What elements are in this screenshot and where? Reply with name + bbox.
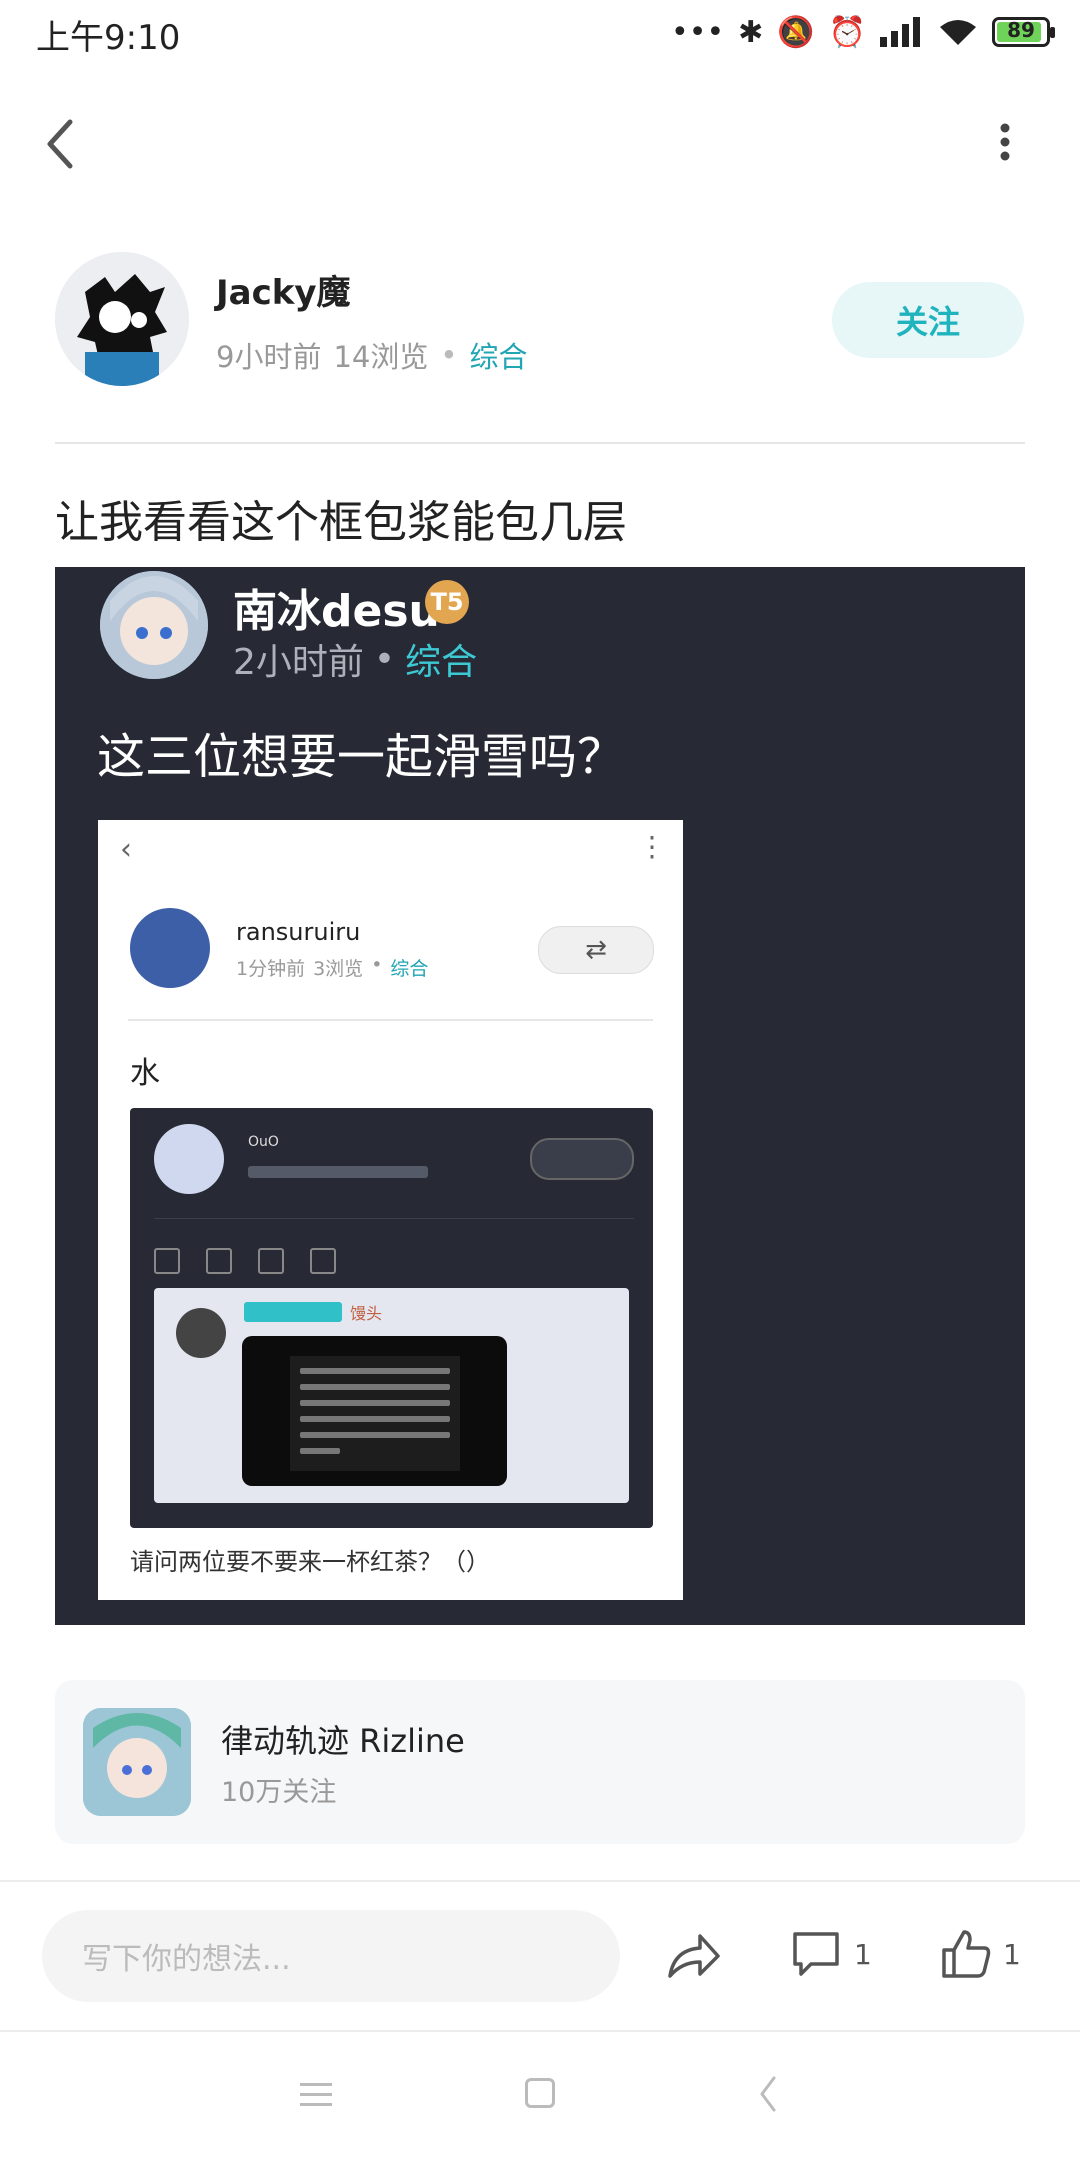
share-icon[interactable] <box>666 1930 722 1982</box>
embedded-post-text: 这三位想要一起滑雪吗？ <box>97 729 626 785</box>
divider <box>0 2030 1080 2032</box>
embedded-meta: 2小时前 • 综合 <box>233 633 477 685</box>
divider <box>128 1019 653 1021</box>
more-dots-icon: ••• <box>671 14 725 50</box>
nested-icon <box>206 1248 232 1274</box>
embedded-author-name: 南冰desu <box>233 586 440 637</box>
swap-icon: ⇄ <box>538 926 654 974</box>
status-time: 上午9:10 <box>36 18 181 58</box>
post-views: 14浏览 <box>333 340 429 374</box>
nested-card-avatar <box>176 1308 226 1358</box>
separator-dot: • <box>373 638 396 680</box>
embedded-category: 综合 <box>405 642 478 683</box>
post-image[interactable]: 南冰desu T5 2小时前 • 综合 这三位想要一起滑雪吗？ ‹ ⋮ rans… <box>55 567 1025 1625</box>
nested-icon <box>258 1248 284 1274</box>
nested-chat-body <box>290 1356 460 1471</box>
battery-level: 89 <box>1007 18 1035 42</box>
post-category[interactable]: 综合 <box>469 334 527 376</box>
inner-meta: 1分钟前 3浏览 • 综合 <box>236 954 428 981</box>
more-options-icon[interactable] <box>990 120 1020 170</box>
more-options-icon: ⋮ <box>638 830 666 863</box>
post-title: 让我看看这个框包浆能包几层 <box>55 497 627 548</box>
level-badge: T5 <box>425 580 469 624</box>
author-name[interactable]: Jacky魔 <box>216 265 351 314</box>
bluetooth-icon: ✱ <box>738 14 764 50</box>
separator-dot: • <box>371 954 383 976</box>
comment-count: 1 <box>854 1938 872 1971</box>
divider <box>0 1880 1080 1882</box>
nested-icon <box>310 1248 336 1274</box>
recent-apps-icon[interactable] <box>300 2080 332 2110</box>
signal-icon <box>880 17 920 47</box>
battery-icon: 89 <box>992 17 1055 47</box>
thumbs-up-icon[interactable] <box>940 1928 992 1980</box>
nested-card: 馒头 <box>154 1288 629 1503</box>
wifi-icon <box>940 20 976 45</box>
nested-avatar <box>154 1124 224 1194</box>
comment-input[interactable]: 写下你的想法... <box>42 1910 620 2002</box>
community-icon <box>83 1708 191 1816</box>
level-badge <box>244 1302 342 1322</box>
alarm-icon: ⏰ <box>828 14 866 50</box>
nested-chat-frame <box>242 1336 507 1486</box>
home-icon[interactable] <box>525 2078 555 2108</box>
nested-card-title: 馒头 <box>350 1304 383 1323</box>
nested-meta <box>248 1166 428 1178</box>
back-arrow-icon: ‹ <box>120 832 132 867</box>
inner-post-text: 水 <box>130 1056 160 1091</box>
author-avatar[interactable] <box>55 252 189 386</box>
comment-icon[interactable] <box>791 1930 841 1980</box>
divider <box>55 442 1025 444</box>
status-icons: ••• ✱ 🔕 ⏰ 89 <box>671 12 1055 52</box>
embedded-time: 2小时前 <box>233 642 364 683</box>
mute-icon: 🔕 <box>777 14 815 50</box>
community-card[interactable]: 律动轨迹 Rizline 10万关注 <box>55 1680 1025 1844</box>
nested-author-name: OuO <box>248 1134 279 1150</box>
nested-button <box>530 1138 634 1180</box>
follow-button[interactable]: 关注 <box>832 282 1024 358</box>
nested-icon <box>154 1248 180 1274</box>
community-followers: 10万关注 <box>221 1777 337 1808</box>
nested-screenshot: OuO 馒头 <box>130 1108 653 1528</box>
inner-category: 综合 <box>390 958 429 980</box>
separator-dot: • <box>440 338 458 372</box>
back-arrow-icon[interactable] <box>40 116 88 172</box>
divider <box>154 1218 634 1219</box>
embedded-avatar <box>100 571 208 679</box>
inner-views: 3浏览 <box>313 958 364 980</box>
inner-time: 1分钟前 <box>236 958 306 980</box>
inner-avatar <box>130 908 210 988</box>
inner-screenshot: ‹ ⋮ ransuruiru 1分钟前 3浏览 • 综合 ⇄ 水 OuO 馒头 <box>98 820 683 1600</box>
inner-bottom-text: 请问两位要不要来一杯红茶？（） <box>130 1548 490 1576</box>
nav-back-icon[interactable] <box>758 2076 778 2112</box>
like-count: 1 <box>1003 1938 1021 1971</box>
post-meta: 9小时前 14浏览 • 综合 <box>216 334 527 376</box>
post-time: 9小时前 <box>216 340 322 374</box>
community-name: 律动轨迹 Rizline <box>221 1722 465 1760</box>
inner-author-name: ransuruiru <box>236 918 361 946</box>
